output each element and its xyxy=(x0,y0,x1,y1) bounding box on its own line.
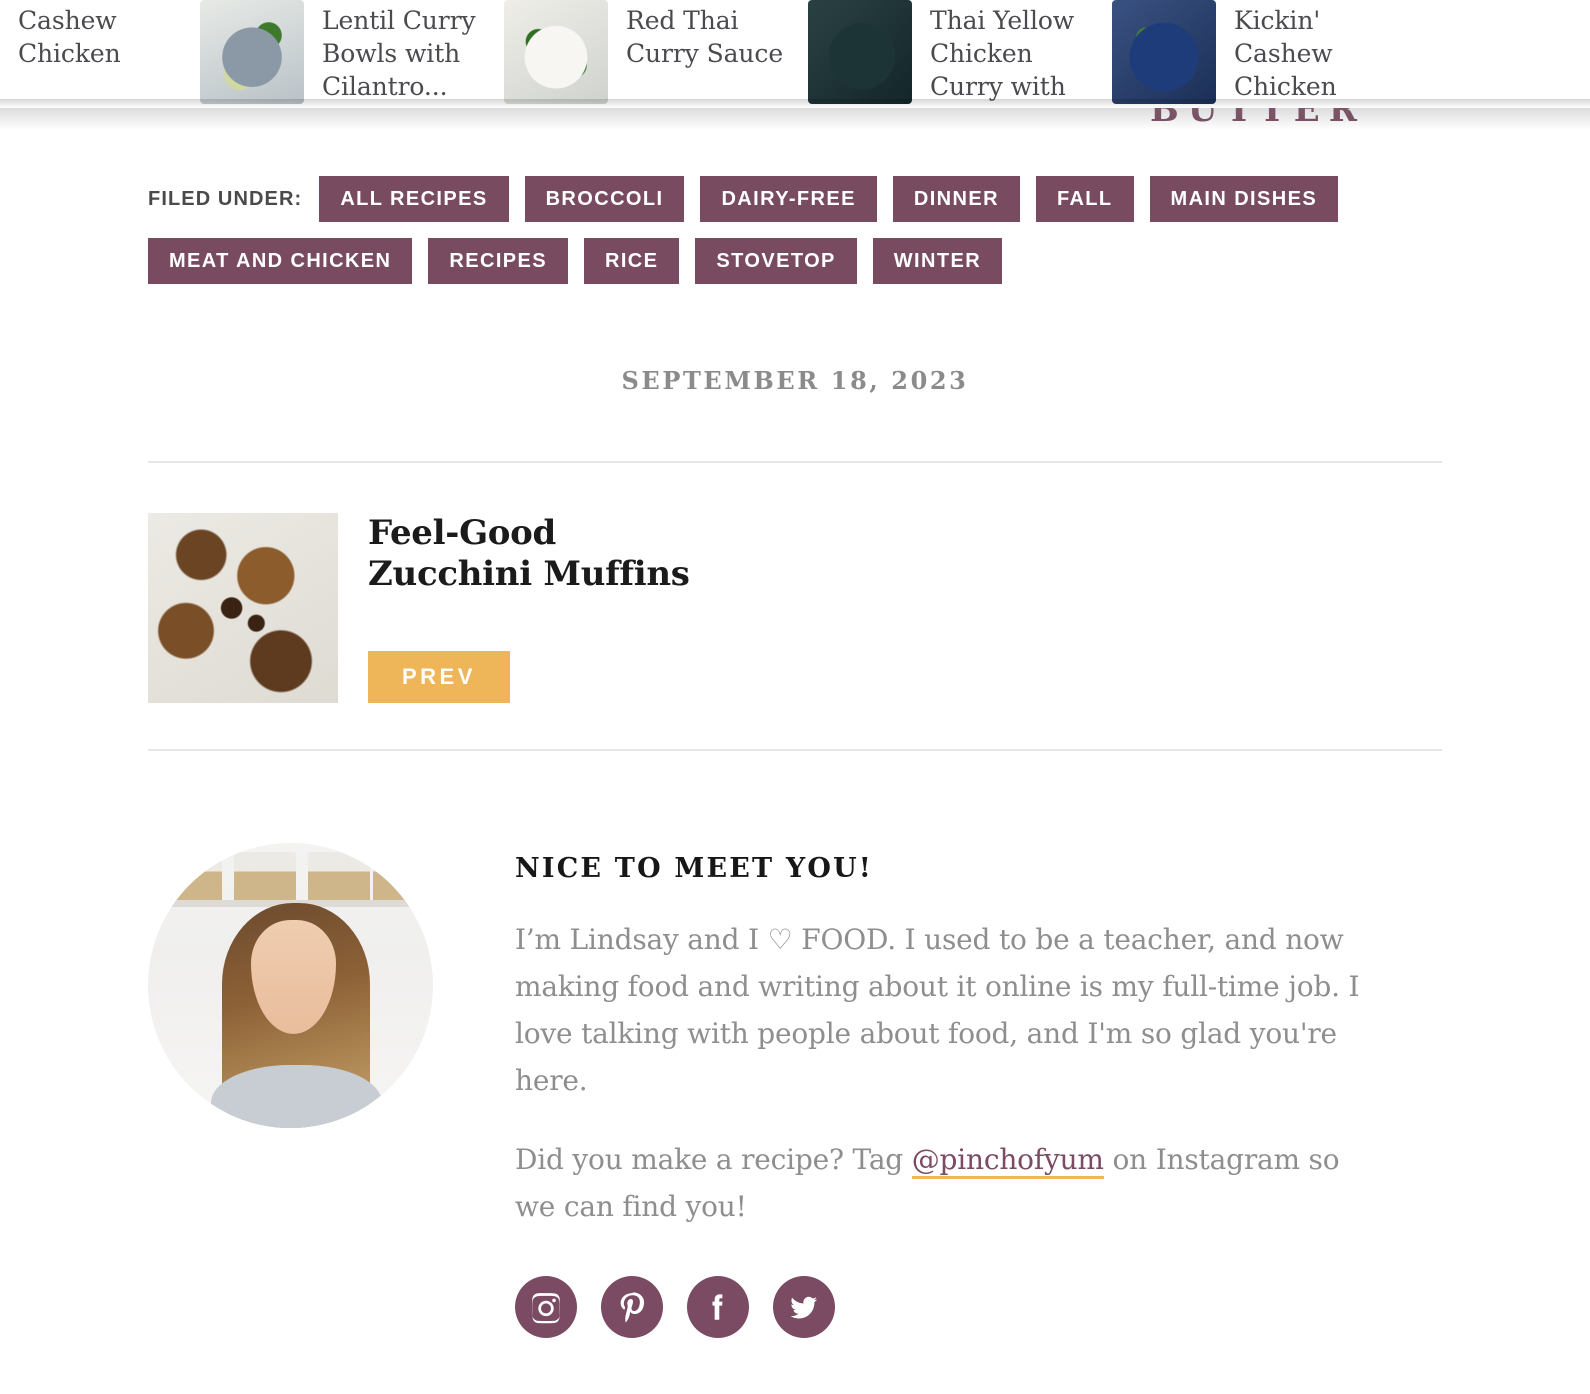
jar-decor xyxy=(307,851,371,903)
tag-main-dishes[interactable]: MAIN DISHES xyxy=(1149,176,1339,222)
post-date: SEPTEMBER 18, 2023 xyxy=(621,366,969,395)
jar-decor xyxy=(159,851,223,903)
tag-meat-and-chicken[interactable]: MEAT AND CHICKEN xyxy=(148,238,413,284)
recipe-card[interactable]: Cashew Chicken xyxy=(0,0,200,108)
filed-under-section: FILED UNDER: ALL RECIPES BROCCOLI DAIRY-… xyxy=(148,134,1442,284)
facebook-icon[interactable] xyxy=(687,1276,749,1338)
tag-broccoli[interactable]: BROCCOLI xyxy=(524,176,685,222)
avatar xyxy=(148,843,433,1128)
tag-rice[interactable]: RICE xyxy=(584,238,680,284)
prev-post-title[interactable]: Feel-Good Zucchini Muffins xyxy=(368,513,708,595)
recipe-thumbnail-image xyxy=(1112,0,1216,104)
about-tag-prompt-prefix: Did you make a recipe? Tag xyxy=(515,1143,912,1176)
tag-winter[interactable]: WINTER xyxy=(872,238,1003,284)
instagram-handle-link[interactable]: @pinchofyum xyxy=(911,1143,1104,1179)
about-paragraph-1-text: I’m Lindsay and I ♡ FOOD. I used to be a… xyxy=(515,923,1360,1097)
social-links-row xyxy=(515,1276,1368,1338)
pinterest-icon[interactable] xyxy=(601,1276,663,1338)
recipe-card[interactable]: Lentil Curry Bowls with Cilantro... xyxy=(200,0,504,108)
prev-post-thumbnail[interactable] xyxy=(148,513,338,703)
twitter-icon[interactable] xyxy=(773,1276,835,1338)
strip-drop-shadow xyxy=(0,108,1590,134)
tag-fall[interactable]: FALL xyxy=(1035,176,1134,222)
recipe-card-title: Red Thai Curry Sauce xyxy=(626,6,784,68)
about-paragraph-2: Did you make a recipe? Tag @pinchofyum o… xyxy=(515,1136,1368,1230)
jar-decor xyxy=(233,851,297,903)
jar-decor xyxy=(373,851,428,903)
tag-stovetop[interactable]: STOVETOP xyxy=(695,238,857,284)
tag-dairy-free[interactable]: DAIRY-FREE xyxy=(700,176,877,222)
recipe-card-title: Cashew Chicken xyxy=(18,6,121,68)
tag-all-recipes[interactable]: ALL RECIPES xyxy=(319,176,509,222)
avatar-shirt xyxy=(210,1065,382,1128)
related-recipes-strip: Cashew Chicken Lentil Curry Bowls with C… xyxy=(0,0,1590,108)
recipe-card[interactable]: Thai Yellow Chicken Curry with Potatoes xyxy=(808,0,1112,108)
page-content: FILED UNDER: ALL RECIPES BROCCOLI DAIRY-… xyxy=(0,134,1590,1338)
instagram-icon[interactable] xyxy=(515,1276,577,1338)
about-paragraph-1: I’m Lindsay and I ♡ FOOD. I used to be a… xyxy=(515,916,1368,1104)
prev-post-info: Feel-Good Zucchini Muffins PREV xyxy=(338,513,1442,703)
recipe-thumbnail-image xyxy=(808,0,912,104)
recipe-card[interactable]: Kickin' Cashew Chicken xyxy=(1112,0,1416,108)
recipe-card[interactable]: Red Thai Curry Sauce xyxy=(504,0,808,108)
post-navigation: Feel-Good Zucchini Muffins PREV xyxy=(148,463,1442,749)
recipe-card-title: Lentil Curry Bowls with Cilantro... xyxy=(322,6,476,101)
filed-under-label: FILED UNDER: xyxy=(148,188,303,210)
recipe-thumbnail-image xyxy=(504,0,608,104)
recipe-card-title: Thai Yellow Chicken Curry with Potatoes xyxy=(930,6,1075,108)
recipe-card-title: Kickin' Cashew Chicken xyxy=(1234,6,1337,101)
about-heading: NICE TO MEET YOU! xyxy=(515,853,873,884)
about-author-section: NICE TO MEET YOU! I’m Lindsay and I ♡ FO… xyxy=(148,751,1442,1338)
prev-button[interactable]: PREV xyxy=(368,651,510,703)
tag-recipes[interactable]: RECIPES xyxy=(428,238,568,284)
about-text-block: NICE TO MEET YOU! I’m Lindsay and I ♡ FO… xyxy=(433,843,1368,1338)
tag-dinner[interactable]: DINNER xyxy=(892,176,1020,222)
recipe-thumbnail-image xyxy=(200,0,304,104)
